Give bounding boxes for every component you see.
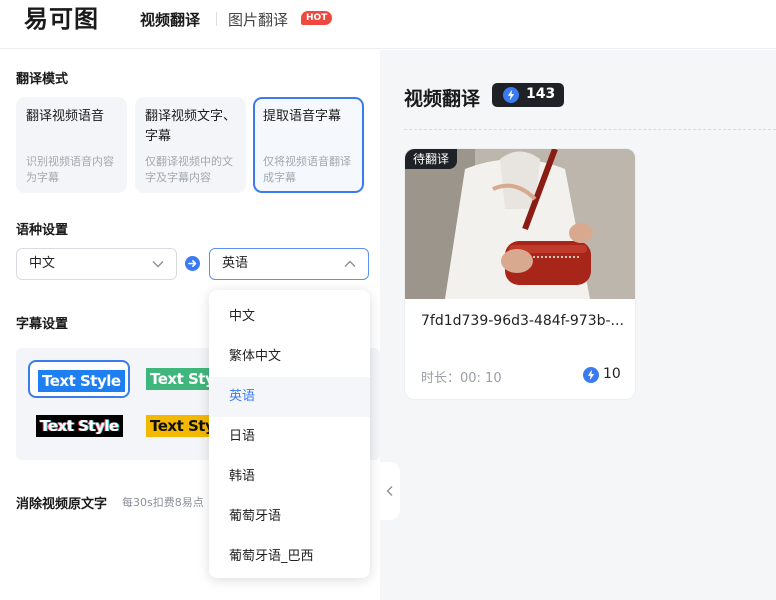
dashed-divider [404,129,776,130]
lightning-icon [583,367,599,383]
lang-option-portuguese-brazil[interactable]: 葡萄牙语_巴西 [209,537,370,577]
result-panel: 视频翻译 143 待翻译 7fd1d739-96d3-484f-973b-...… [380,50,776,600]
hot-badge: HOT [301,11,333,25]
mode-card-title: 翻译视频语音 [26,109,105,124]
text-style-blue[interactable]: Text Style [38,370,125,392]
credit-badge: 143 [492,83,564,107]
nav-image-translate[interactable]: 图片翻译 [228,9,288,30]
lang-option-korean[interactable]: 韩语 [209,457,370,497]
mode-card-voice[interactable]: 翻译视频语音 识别视频语音内容为字幕 [16,97,127,193]
lang-option-english[interactable]: 英语 [209,377,370,417]
target-lang-select[interactable]: 英语 [209,248,369,280]
lang-option-portuguese[interactable]: 葡萄牙语 [209,497,370,537]
subtitle-section-title: 字幕设置 [16,317,69,332]
mode-card-text[interactable]: 翻译视频文字、字幕 仅翻译视频中的文字及字幕内容 [135,97,246,193]
status-badge: 待翻译 [405,149,458,169]
chevron-left-icon [386,486,393,496]
erase-text-note: 每30s扣费8易点 [122,496,204,509]
lang-option-traditional-chinese[interactable]: 繁体中文 [209,337,370,377]
source-lang-select[interactable]: 中文 [16,248,177,280]
mode-card-extract[interactable]: 提取语音字幕 仅将视频语音翻译成字幕 [253,97,364,193]
result-title: 视频翻译 [404,88,481,110]
video-cost: 10 [603,366,621,382]
target-lang-dropdown: 中文 繁体中文 英语 日语 韩语 葡萄牙语 葡萄牙语_巴西 [209,290,370,578]
arrow-right-icon [185,256,200,271]
lang-option-japanese[interactable]: 日语 [209,417,370,457]
top-header: 易可图 视频翻译 图片翻译 HOT [0,0,776,49]
video-thumbnail[interactable]: 待翻译 [405,149,635,299]
video-card[interactable]: 待翻译 7fd1d739-96d3-484f-973b-... 时长：00: 1… [404,148,636,400]
source-lang-value: 中文 [29,256,56,271]
nav-divider [216,12,217,26]
mode-card-desc: 仅将视频语音翻译成字幕 [263,155,351,184]
mode-card-title: 翻译视频文字、字幕 [145,109,237,144]
lang-section-title: 语种设置 [16,223,69,238]
nav-video-translate[interactable]: 视频翻译 [140,9,200,30]
mode-section-title: 翻译模式 [16,72,69,87]
lightning-icon [503,87,519,103]
chevron-up-icon [344,260,356,267]
lang-option-chinese[interactable]: 中文 [209,297,370,337]
video-file-name: 7fd1d739-96d3-484f-973b-... [421,313,624,329]
mode-card-desc: 识别视频语音内容为字幕 [26,155,114,184]
erase-text-title: 消除视频原文字 [16,497,108,512]
chevron-down-icon [152,261,164,268]
collapse-panel-tab[interactable] [380,462,400,520]
credit-count: 143 [526,86,556,102]
brand-logo[interactable]: 易可图 [24,4,102,32]
mode-card-desc: 仅翻译视频中的文字及字幕内容 [145,155,233,184]
svg-text:易可图: 易可图 [24,5,99,32]
text-style-glitch[interactable]: Text Style [36,415,123,437]
video-duration: 时长：00: 10 [421,371,502,386]
mode-card-title: 提取语音字幕 [263,109,342,124]
target-lang-value: 英语 [222,256,249,271]
